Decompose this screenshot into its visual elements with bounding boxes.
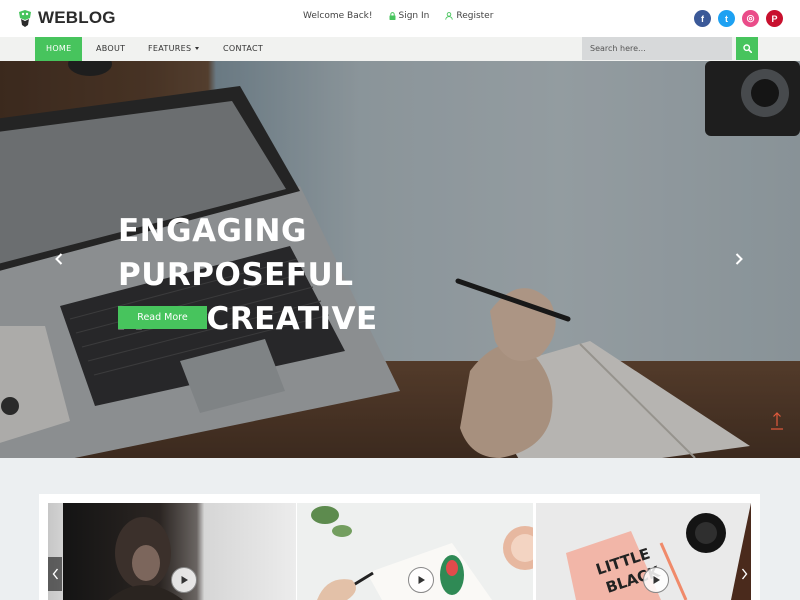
play-button[interactable] [171,567,197,593]
chevron-right-icon [741,568,747,580]
brand-logo[interactable]: WEBLOG [16,7,116,29]
cards-next-button[interactable] [737,557,751,591]
play-icon [418,576,425,584]
user-icon [445,12,454,20]
nav-home[interactable]: HOME [35,37,83,61]
slider-next-button[interactable] [732,251,746,267]
nav-about[interactable]: ABOUT [96,37,125,61]
slider-prev-button[interactable] [52,251,66,267]
pinterest-icon[interactable]: P [766,10,783,27]
nav-features-label: FEATURES [148,44,192,53]
nav-features[interactable]: FEATURES [148,37,200,61]
top-bar: WEBLOG Welcome Back! Sign In Register f … [0,0,800,37]
dribbble-icon[interactable]: ◎ [742,10,759,27]
nav-contact[interactable]: CONTACT [223,37,263,61]
video-cards-section: LITTLE BLACK [39,494,760,600]
signin-label: Sign In [398,11,430,21]
hero-title-line1: ENGAGING PURPOSEFUL [118,213,354,293]
lock-icon [389,12,395,20]
play-button[interactable] [643,567,669,593]
chevron-left-icon [52,568,58,580]
search-icon [742,44,752,53]
play-icon [181,576,188,584]
social-links: f t ◎ P [694,10,790,27]
caret-down-icon [195,47,200,50]
logo-icon [19,10,31,27]
video-card[interactable] [48,503,296,600]
twitter-icon[interactable]: t [718,10,735,27]
signin-link[interactable]: Sign In [389,11,430,21]
video-card[interactable]: LITTLE BLACK [536,503,751,600]
facebook-icon[interactable]: f [694,10,711,27]
hero-slider: ENGAGING PURPOSEFUL AND CREATIVE Read Mo… [0,61,800,458]
chevron-right-icon [735,253,743,265]
main-nav: HOME ABOUT FEATURES CONTACT [0,37,800,61]
register-link[interactable]: Register [445,11,493,21]
cards-prev-button[interactable] [48,557,62,591]
play-button[interactable] [408,567,434,593]
top-links: Welcome Back! Sign In Register [303,11,509,21]
search-button[interactable] [736,37,758,60]
read-more-button[interactable]: Read More [118,306,207,329]
welcome-text: Welcome Back! [303,11,373,21]
register-label: Register [456,11,494,21]
back-to-top-button[interactable] [770,411,784,431]
play-icon [653,576,660,584]
video-card[interactable] [297,503,533,600]
search-input[interactable] [582,37,732,60]
chevron-left-icon [55,253,63,265]
brand-name: WEBLOG [38,8,116,27]
